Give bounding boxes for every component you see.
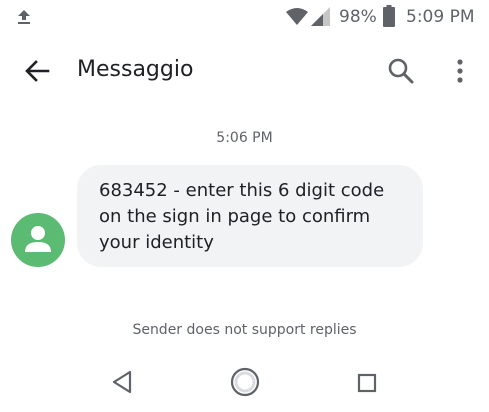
status-bar: 98% 5:09 PM <box>0 0 489 34</box>
nav-back-icon[interactable] <box>110 368 136 396</box>
no-reply-notice: Sender does not support replies <box>132 322 357 338</box>
nav-home-icon[interactable] <box>229 366 261 398</box>
search-icon <box>388 58 414 84</box>
person-icon <box>25 226 51 252</box>
back-button[interactable] <box>22 56 52 86</box>
sender-avatar[interactable] <box>11 213 65 267</box>
wifi-icon <box>286 8 308 25</box>
battery-percent: 98% <box>339 7 377 27</box>
signal-icon <box>311 7 330 26</box>
more-vert-icon <box>457 59 463 83</box>
message-bubble[interactable]: 683452 - enter this 6 digit code on the … <box>77 165 423 267</box>
message-timestamp: 5:06 PM <box>216 130 273 146</box>
nav-recents-icon[interactable] <box>356 372 378 394</box>
conversation-title: Messaggio <box>77 57 194 82</box>
app-bar: Messaggio <box>0 44 489 98</box>
search-button[interactable] <box>386 56 416 86</box>
message-text: 683452 - enter this 6 digit code on the … <box>99 180 385 253</box>
messages-screen: 98% 5:09 PM Messaggio 5:06 PM 683452 - e… <box>0 0 489 412</box>
back-arrow-icon <box>25 60 50 82</box>
more-options-button[interactable] <box>445 56 475 86</box>
status-time: 5:09 PM <box>406 7 475 27</box>
upload-icon <box>18 10 30 24</box>
battery-icon <box>383 5 395 27</box>
